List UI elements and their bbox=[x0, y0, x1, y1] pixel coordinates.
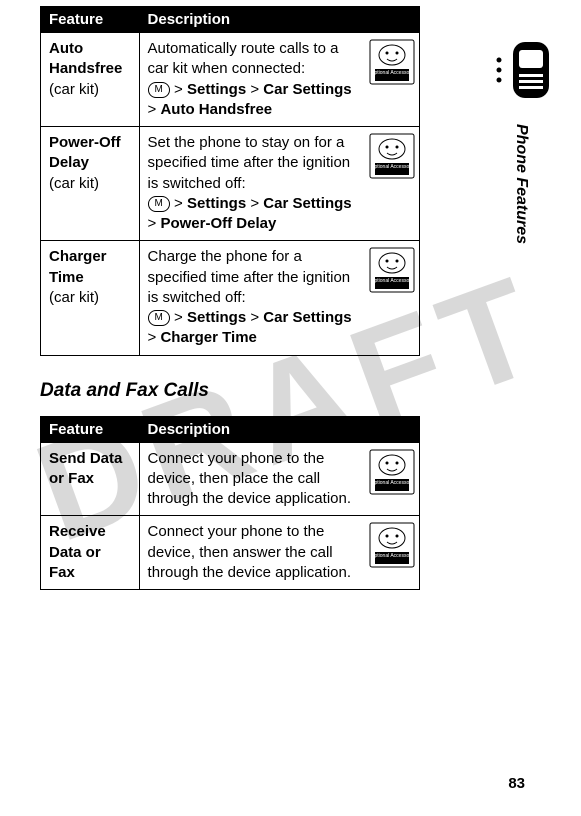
side-area: Phone Features bbox=[481, 40, 561, 244]
table-row: Receive Data or Fax Connect your phone t… bbox=[41, 516, 420, 590]
menu-car-settings: Car Settings bbox=[263, 309, 351, 326]
description-cell: Connect your phone to the device, then a… bbox=[139, 516, 419, 590]
gt: > bbox=[174, 81, 183, 98]
description-cell: Automatically route calls to a car kit w… bbox=[139, 33, 419, 127]
menu-settings: Settings bbox=[187, 195, 246, 212]
optional-accessory-icon: Optional Accessory bbox=[369, 449, 415, 495]
gt: > bbox=[174, 195, 183, 212]
feature-name: Send Data or Fax bbox=[49, 450, 122, 487]
feature-sub: (car kit) bbox=[49, 175, 99, 192]
menu-settings: Settings bbox=[187, 309, 246, 326]
menu-auto-handsfree: Auto Handsfree bbox=[160, 101, 272, 118]
optional-accessory-icon: Optional Accessory bbox=[369, 39, 415, 85]
features-table-data-fax: Feature Description Send Data or Fax Con… bbox=[40, 416, 420, 591]
side-section-label: Phone Features bbox=[512, 124, 530, 244]
svg-text:Optional Accessory: Optional Accessory bbox=[371, 70, 414, 76]
phone-tab-icon bbox=[489, 40, 553, 104]
feature-cell: Charger Time (car kit) bbox=[41, 241, 140, 355]
gt: > bbox=[250, 195, 259, 212]
table2-header-feature: Feature bbox=[41, 416, 140, 442]
table1-header-description: Description bbox=[139, 7, 419, 33]
table2-header-description: Description bbox=[139, 416, 419, 442]
menu-settings: Settings bbox=[187, 81, 246, 98]
table1-header-feature: Feature bbox=[41, 7, 140, 33]
table-row: Send Data or Fax Connect your phone to t… bbox=[41, 442, 420, 516]
menu-key-icon: M bbox=[148, 82, 170, 98]
description-text: Connect your phone to the device, then a… bbox=[148, 523, 351, 581]
feature-sub: (car kit) bbox=[49, 81, 99, 98]
feature-sub: (car kit) bbox=[49, 289, 99, 306]
gt: > bbox=[148, 101, 157, 118]
description-cell: Set the phone to stay on for a specified… bbox=[139, 127, 419, 241]
gt: > bbox=[148, 215, 157, 232]
table-row: Auto Handsfree (car kit) Automatically r… bbox=[41, 33, 420, 127]
gt: > bbox=[174, 309, 183, 326]
gt: > bbox=[148, 329, 157, 346]
description-cell: Charge the phone for a specified time af… bbox=[139, 241, 419, 355]
table-row: Power-Off Delay (car kit) Set the phone … bbox=[41, 127, 420, 241]
feature-name: Auto Handsfree bbox=[49, 40, 122, 77]
svg-text:Optional Accessory: Optional Accessory bbox=[371, 164, 414, 170]
description-text: Connect your phone to the device, then p… bbox=[148, 450, 351, 508]
svg-text:Optional Accessory: Optional Accessory bbox=[371, 278, 414, 284]
menu-car-settings: Car Settings bbox=[263, 195, 351, 212]
menu-car-settings: Car Settings bbox=[263, 81, 351, 98]
feature-cell: Power-Off Delay (car kit) bbox=[41, 127, 140, 241]
feature-name: Charger Time bbox=[49, 248, 107, 285]
main-content: Feature Description Auto Handsfree (car … bbox=[0, 0, 460, 590]
menu-charger-time: Charger Time bbox=[160, 329, 256, 346]
section-heading: Data and Fax Calls bbox=[40, 380, 420, 402]
optional-accessory-icon: Optional Accessory bbox=[369, 247, 415, 293]
page-number: 83 bbox=[508, 775, 525, 792]
description-text: Charge the phone for a specified time af… bbox=[148, 248, 351, 306]
description-cell: Connect your phone to the device, then p… bbox=[139, 442, 419, 516]
feature-name: Receive Data or Fax bbox=[49, 523, 106, 581]
menu-key-icon: M bbox=[148, 196, 170, 212]
description-text: Set the phone to stay on for a specified… bbox=[148, 134, 351, 192]
optional-accessory-icon: Optional Accessory bbox=[369, 133, 415, 179]
feature-cell: Send Data or Fax bbox=[41, 442, 140, 516]
feature-cell: Auto Handsfree (car kit) bbox=[41, 33, 140, 127]
description-text: Automatically route calls to a car kit w… bbox=[148, 40, 339, 77]
svg-text:Optional Accessory: Optional Accessory bbox=[371, 480, 414, 486]
gt: > bbox=[250, 81, 259, 98]
menu-power-off-delay: Power-Off Delay bbox=[160, 215, 276, 232]
feature-name: Power-Off Delay bbox=[49, 134, 121, 171]
features-table-car-kit: Feature Description Auto Handsfree (car … bbox=[40, 6, 420, 356]
gt: > bbox=[250, 309, 259, 326]
svg-text:Optional Accessory: Optional Accessory bbox=[371, 553, 414, 559]
table-row: Charger Time (car kit) Charge the phone … bbox=[41, 241, 420, 355]
feature-cell: Receive Data or Fax bbox=[41, 516, 140, 590]
menu-key-icon: M bbox=[148, 310, 170, 326]
optional-accessory-icon: Optional Accessory bbox=[369, 522, 415, 568]
